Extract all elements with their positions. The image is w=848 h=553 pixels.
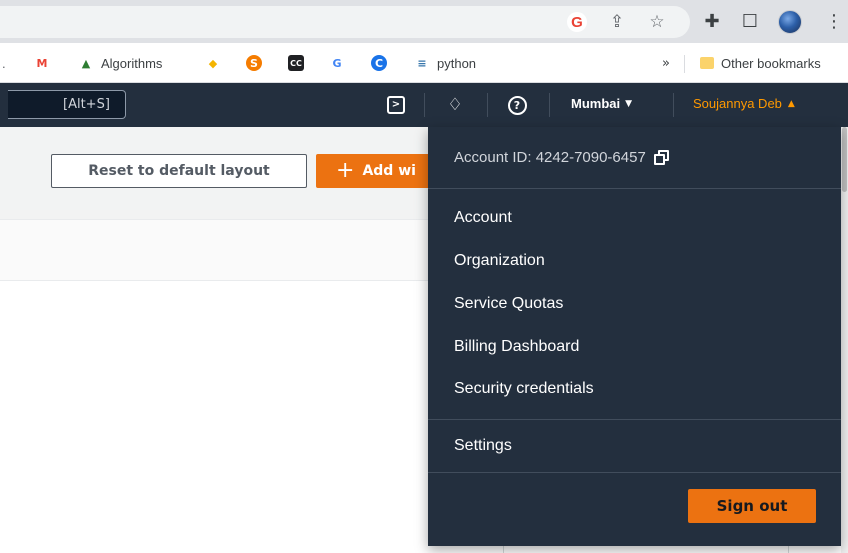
python-site-icon: ≡ — [417, 56, 427, 70]
c-circle-icon: C — [371, 55, 387, 71]
overflow-chevron-icon: » — [662, 55, 670, 71]
add-widget-label: Add wi — [362, 163, 416, 179]
menu-item-billing-dashboard[interactable]: Billing Dashboard — [454, 338, 579, 356]
bookmarks-overflow-button[interactable]: » — [662, 53, 670, 73]
profile-avatar[interactable] — [778, 10, 802, 34]
gmail-icon: M — [36, 56, 48, 70]
menu-item-account[interactable]: Account — [454, 209, 512, 227]
nav-divider — [673, 93, 674, 117]
account-dropdown: Account ID: 4242-7090-6457 Account Organ… — [428, 127, 841, 546]
star-icon[interactable]: ☆ — [645, 10, 669, 34]
other-bookmarks-label: Other bookmarks — [721, 55, 821, 71]
dropdown-divider — [428, 188, 841, 189]
menu-item-security-credentials[interactable]: Security credentials — [454, 380, 594, 398]
nav-divider — [487, 93, 488, 117]
region-selector[interactable]: Mumbai ▼ — [571, 96, 632, 111]
help-button[interactable]: ? — [505, 93, 529, 117]
page-scrollbar[interactable] — [841, 127, 848, 553]
bookmark-google[interactable]: G — [329, 53, 345, 73]
browser-toolbar: G ⇪ ☆ ✚ ☐ ⋮ — [0, 0, 848, 43]
nav-divider — [549, 93, 550, 117]
google-icon[interactable]: G — [565, 10, 589, 34]
search-input[interactable]: [Alt+S] — [8, 90, 126, 119]
aws-top-nav: [Alt+S] > ♢ ? Mumbai ▼ Soujannya Deb ▲ — [0, 83, 848, 127]
other-bookmarks[interactable]: Other bookmarks — [700, 53, 821, 73]
caret-down-icon: ▼ — [625, 98, 633, 109]
bell-icon: ♢ — [447, 95, 463, 115]
reset-layout-button[interactable]: Reset to default layout — [51, 154, 307, 188]
copy-icon[interactable] — [653, 149, 670, 166]
bookmarks-bar: . M ▲ Algorithms ◆ S CC G C ≡ python » O… — [0, 43, 848, 83]
caret-up-icon: ▲ — [787, 98, 795, 109]
account-name: Soujannya Deb — [693, 96, 782, 111]
algorithms-icon: ▲ — [81, 56, 91, 70]
share-icon[interactable]: ⇪ — [605, 10, 629, 34]
bookmark-ellipsis: . — [2, 55, 6, 71]
s-logo-icon: S — [246, 55, 262, 71]
cloudshell-button[interactable]: > — [384, 93, 408, 117]
menu-icon[interactable]: ⋮ — [822, 10, 846, 34]
account-id-row: Account ID: 4242-7090-6457 — [454, 149, 670, 166]
python-icon: ◆ — [208, 56, 218, 70]
bookmark-c-circle[interactable]: C — [371, 53, 387, 73]
account-id: Account ID: 4242-7090-6457 — [454, 149, 646, 166]
dropdown-divider — [428, 472, 841, 473]
menu-item-settings[interactable]: Settings — [454, 437, 512, 455]
dropdown-divider — [428, 419, 841, 420]
cc-icon: CC — [288, 55, 304, 71]
extensions-icon[interactable]: ✚ — [700, 10, 724, 34]
menu-item-organization[interactable]: Organization — [454, 252, 545, 270]
bookmark-label: python — [437, 55, 477, 71]
search-shortcut-hint: [Alt+S] — [63, 97, 110, 112]
sidepanel-icon[interactable]: ☐ — [738, 10, 762, 34]
account-menu-button[interactable]: Soujannya Deb ▲ — [693, 96, 795, 111]
nav-divider — [424, 93, 425, 117]
sign-out-button[interactable]: Sign out — [688, 489, 816, 523]
plus-icon: + — [336, 158, 355, 183]
bookmark-python[interactable]: ≡ python — [414, 53, 476, 73]
bookmark-label: Algorithms — [101, 55, 163, 71]
bookmark-gmail[interactable]: M — [34, 53, 50, 73]
scrollbar-thumb[interactable] — [842, 127, 847, 192]
terminal-icon: > — [387, 96, 405, 114]
bookmark-python-logo[interactable]: ◆ — [205, 53, 221, 73]
region-label: Mumbai — [571, 96, 621, 111]
help-icon: ? — [507, 95, 527, 115]
bookmarks-divider — [684, 55, 685, 73]
notifications-button[interactable]: ♢ — [443, 93, 467, 117]
bookmark-cc[interactable]: CC — [288, 53, 304, 73]
menu-item-service-quotas[interactable]: Service Quotas — [454, 295, 563, 313]
google-g-icon: G — [332, 56, 342, 70]
folder-icon — [700, 57, 714, 69]
bookmark-algorithms[interactable]: ▲ Algorithms — [78, 53, 163, 73]
bookmark-s-logo[interactable]: S — [246, 53, 262, 73]
